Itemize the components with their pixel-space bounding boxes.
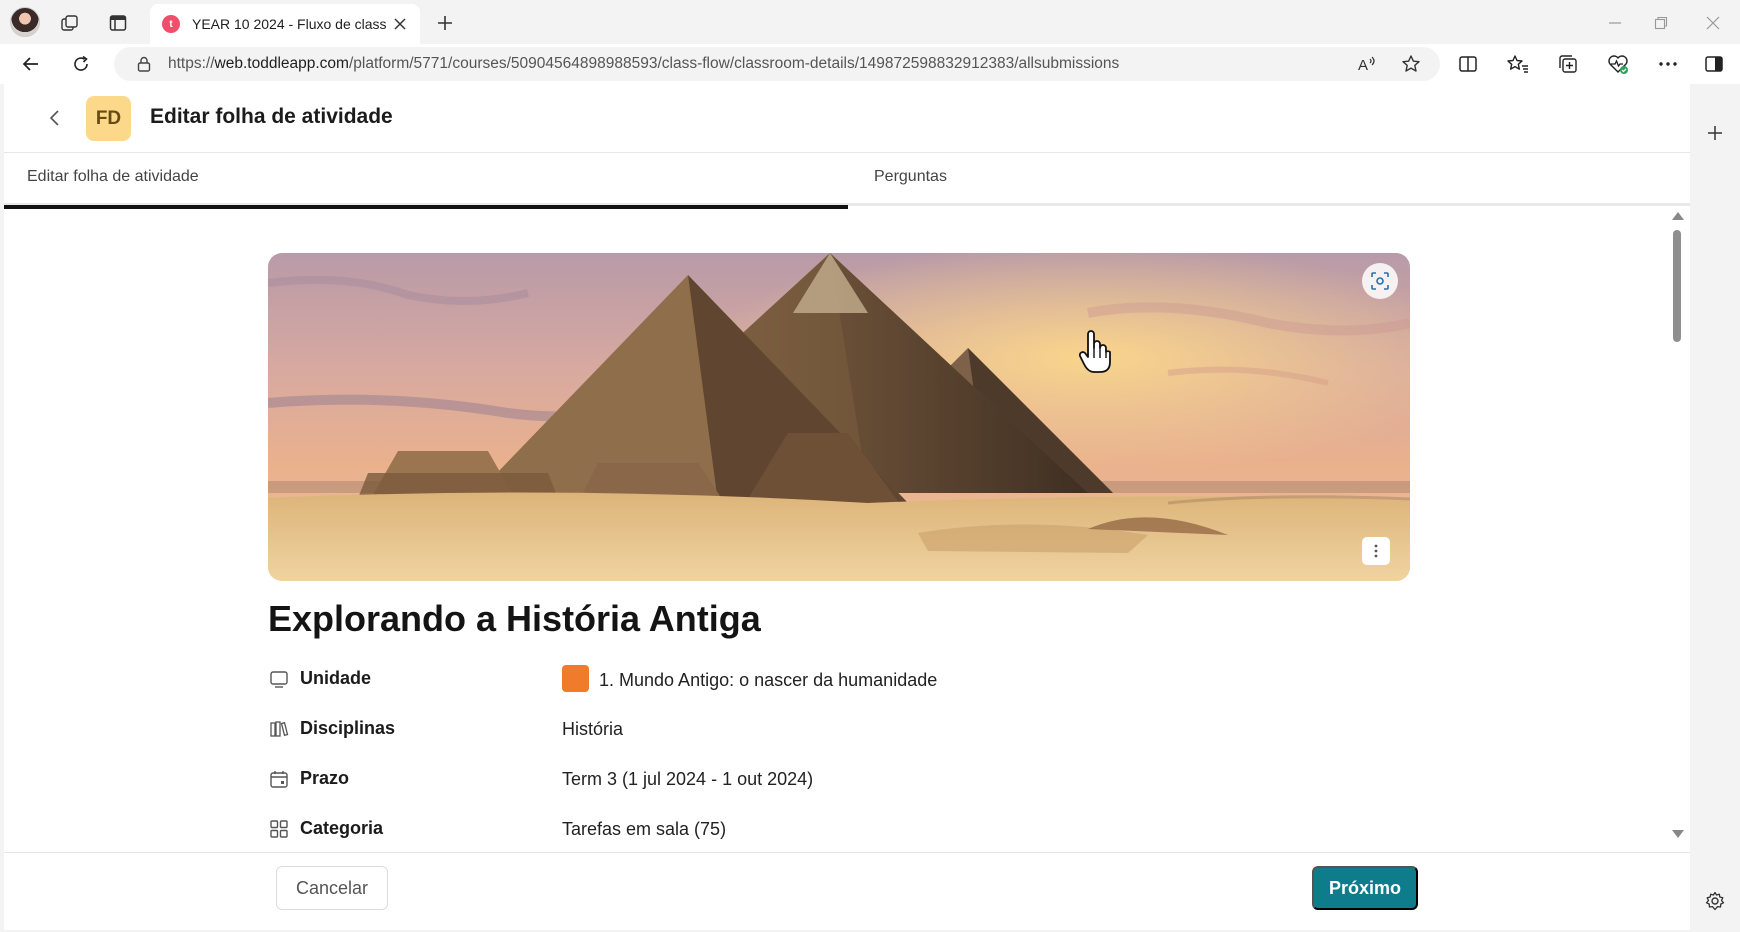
read-aloud-icon[interactable]: A	[1352, 49, 1382, 79]
next-button[interactable]: Próximo	[1312, 866, 1418, 910]
plus-icon	[438, 16, 452, 30]
collections-icon[interactable]	[1552, 49, 1584, 79]
detail-value: Tarefas em sala (75)	[562, 819, 727, 839]
detail-value: História	[562, 719, 624, 739]
page-title: Editar folha de atividade	[150, 105, 393, 128]
profile-avatar[interactable]	[10, 7, 40, 37]
page-header: FD Editar folha de atividade	[4, 84, 1690, 153]
toddle-favicon-icon: t	[162, 15, 180, 33]
browser-side-rail	[1690, 84, 1740, 932]
scrollbar[interactable]	[1670, 212, 1684, 844]
favorites-icon[interactable]	[1502, 49, 1534, 79]
detail-label: Disciplinas	[300, 718, 396, 738]
tab-strip: Editar folha de atividade Perguntas	[4, 153, 1690, 209]
restore-icon[interactable]	[1638, 8, 1684, 38]
minimize-icon[interactable]	[1592, 8, 1638, 38]
window-close-icon[interactable]	[1690, 8, 1736, 38]
chevron-left-icon[interactable]	[40, 104, 68, 132]
detail-value: Term 3 (1 jul 2024 - 1 out 2024)	[562, 769, 814, 789]
grid-icon	[268, 818, 290, 840]
tab-actions-icon[interactable]	[103, 8, 133, 38]
sidebar-toggle-icon[interactable]	[1698, 49, 1730, 79]
more-icon[interactable]	[1652, 49, 1684, 79]
lock-icon[interactable]	[134, 54, 154, 74]
page-content: FD Editar folha de atividade Editar folh…	[4, 84, 1690, 930]
calendar-icon	[268, 768, 290, 790]
browser-toolbar: https://web.toddleapp.com/platform/5771/…	[0, 44, 1740, 84]
back-icon[interactable]	[16, 49, 46, 79]
favorite-star-icon[interactable]	[1396, 49, 1426, 79]
course-badge: FD	[86, 96, 131, 141]
hand-cursor-icon	[1078, 330, 1111, 373]
plus-icon[interactable]	[1700, 118, 1730, 148]
cancel-button[interactable]: Cancelar	[276, 866, 388, 910]
browser-essentials-icon[interactable]	[1602, 49, 1634, 79]
unit-color-swatch	[562, 665, 589, 692]
detail-row-deadline[interactable]: Prazo Term 3 (1 jul 2024 - 1 out 2024)	[268, 766, 1368, 816]
url-text[interactable]: https://web.toddleapp.com/platform/5771/…	[168, 55, 1352, 73]
detail-value: 1. Mundo Antigo: o nascer da humanidade	[562, 665, 937, 692]
scroll-up-arrow-icon[interactable]	[1672, 212, 1684, 220]
footer-actions: Cancelar Próximo	[4, 852, 1690, 930]
tab-title: YEAR 10 2024 - Fluxo de classe	[192, 16, 386, 32]
svg-text:A: A	[1358, 57, 1368, 73]
browser-tab-active[interactable]: t YEAR 10 2024 - Fluxo de classe	[150, 4, 420, 44]
split-screen-icon[interactable]	[1452, 49, 1484, 79]
new-tab-button[interactable]	[430, 8, 460, 38]
activity-details: Unidade 1. Mundo Antigo: o nascer da hum…	[268, 665, 1368, 866]
tab-edit-activity-sheet[interactable]: Editar folha de atividade	[4, 153, 848, 209]
image-reposition-icon[interactable]	[1362, 263, 1398, 299]
refresh-icon[interactable]	[66, 49, 96, 79]
close-icon[interactable]	[386, 10, 414, 38]
detail-label: Prazo	[300, 768, 350, 788]
detail-label: Unidade	[300, 668, 372, 688]
detail-row-unit[interactable]: Unidade 1. Mundo Antigo: o nascer da hum…	[268, 665, 1368, 716]
book-icon	[268, 718, 290, 740]
cover-image[interactable]	[268, 253, 1410, 581]
scroll-down-arrow-icon[interactable]	[1672, 830, 1684, 838]
workspaces-icon[interactable]	[55, 8, 85, 38]
detail-row-subjects[interactable]: Disciplinas História	[268, 716, 1368, 766]
image-options-icon[interactable]	[1362, 537, 1390, 565]
browser-tab-bar: t YEAR 10 2024 - Fluxo de classe	[0, 0, 1740, 44]
settings-gear-icon[interactable]	[1700, 886, 1730, 916]
tab-questions[interactable]: Perguntas	[848, 153, 1690, 206]
activity-title[interactable]: Explorando a História Antiga	[268, 598, 761, 640]
detail-label: Categoria	[300, 818, 384, 838]
address-bar[interactable]: https://web.toddleapp.com/platform/5771/…	[114, 47, 1440, 81]
scrollbar-thumb[interactable]	[1673, 230, 1681, 342]
unit-icon	[268, 668, 290, 690]
